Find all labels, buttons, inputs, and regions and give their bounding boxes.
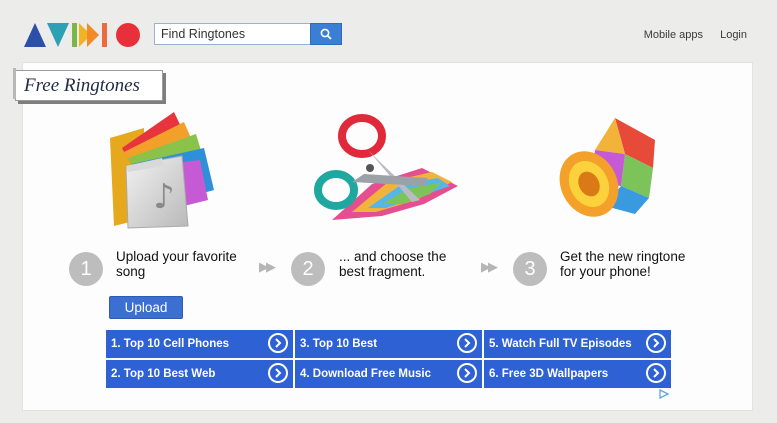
step-1-text: Upload your favorite song [116, 249, 237, 279]
chevron-right-icon [268, 363, 288, 383]
arrow-icon: ▶▶ [481, 259, 498, 274]
search-icon [320, 28, 332, 40]
ad-link-top-10-cell-phones[interactable]: 1. Top 10 Cell Phones [106, 330, 293, 358]
ad-link-watch-full-tv-episodes[interactable]: 5. Watch Full TV Episodes [484, 330, 671, 358]
ad-link-free-3d-wallpapers[interactable]: 6. Free 3D Wallpapers [484, 360, 671, 388]
folder-music-illustration: ♪ [110, 112, 214, 229]
search-button[interactable] [310, 23, 342, 45]
ad-link-download-free-music[interactable]: 4. Download Free Music [295, 360, 482, 388]
arrow-icon: ▶▶ [259, 259, 276, 274]
chevron-right-icon [457, 333, 477, 353]
header: Mobile apps Login [0, 0, 777, 62]
site-logo[interactable] [24, 22, 142, 48]
svg-text:♪: ♪ [153, 177, 175, 217]
bell-ringtone-illustration [559, 118, 655, 217]
top-nav: Mobile apps Login [630, 29, 747, 41]
search-input[interactable] [154, 23, 311, 45]
step-3-number: 3 [513, 252, 547, 286]
page-title: Free Ringtones [13, 68, 163, 101]
step-1-number: 1 [69, 252, 103, 286]
step-3-text: Get the new ringtone for your phone! [560, 249, 686, 279]
chevron-right-icon [646, 333, 666, 353]
chevron-right-icon [646, 363, 666, 383]
step-2-number: 2 [291, 252, 325, 286]
chevron-right-icon [268, 333, 288, 353]
scissors-illustration [314, 114, 458, 220]
step-2-text: ... and choose the best fragment. [339, 249, 447, 279]
ad-links-grid: 1. Top 10 Cell Phones 3. Top 10 Best 5. … [106, 330, 671, 388]
mobile-apps-link[interactable]: Mobile apps [644, 29, 703, 41]
ad-link-top-10-best[interactable]: 3. Top 10 Best [295, 330, 482, 358]
ad-link-top-10-best-web[interactable]: 2. Top 10 Best Web [106, 360, 293, 388]
upload-button[interactable]: Upload [109, 296, 183, 319]
chevron-right-icon [457, 363, 477, 383]
ad-choices-icon[interactable] [659, 389, 669, 399]
login-link[interactable]: Login [720, 29, 747, 41]
